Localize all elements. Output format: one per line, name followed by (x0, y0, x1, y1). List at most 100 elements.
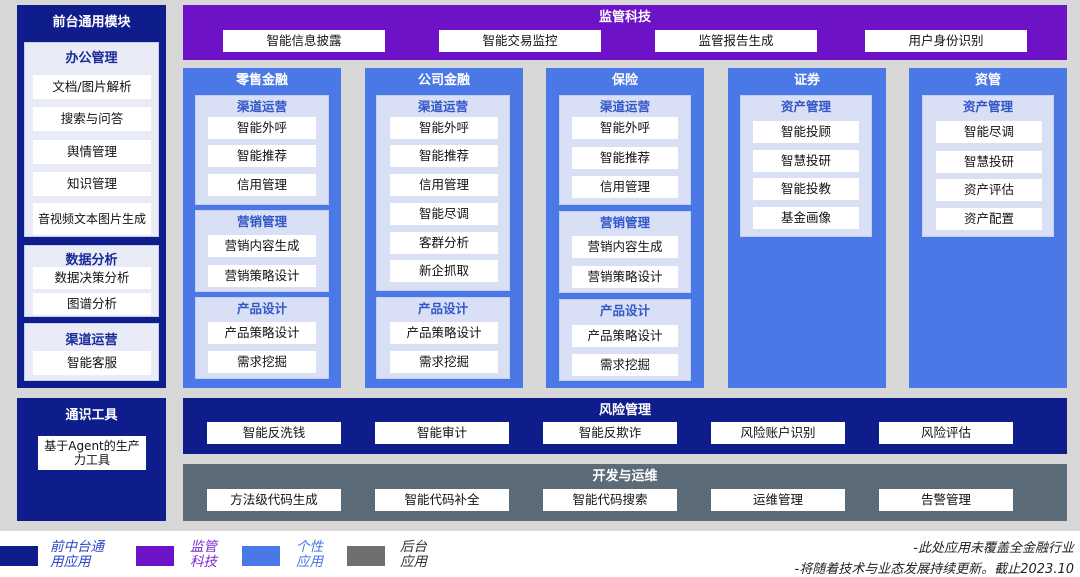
insurance-title: 保险 (611, 73, 638, 88)
corporate-channel-item: 智能推荐 (390, 145, 498, 167)
securities-panel: 证券 资产管理 智能投顾 智慧投研 智能投教 基金画像 (728, 68, 886, 388)
corporate-channel-item: 智能外呼 (390, 117, 498, 139)
retail-channel-item: 智能推荐 (208, 145, 316, 167)
office-item: 音视频文本图片生成 (33, 203, 151, 235)
corporate-channel-title: 渠道运营 (417, 99, 468, 114)
insurance-channel-group: 渠道运营 智能外呼 智能推荐 信用管理 (559, 95, 691, 205)
insurance-marketing-title: 营销管理 (599, 215, 650, 230)
corporate-channel-item: 客群分析 (390, 232, 498, 254)
securities-asset-item: 基金画像 (753, 207, 859, 229)
legend-label-front-mid: 前中台通 用应用 (50, 539, 104, 570)
assetmgmt-asset-item: 资产评估 (936, 179, 1042, 201)
risk-item: 智能反洗钱 (207, 422, 341, 444)
insurance-marketing-item: 营销策略设计 (572, 266, 678, 288)
risk-item: 智能反欺诈 (543, 422, 677, 444)
retail-channel-group: 渠道运营 智能外呼 智能推荐 信用管理 (195, 95, 329, 205)
insurance-product-item: 需求挖掘 (572, 354, 678, 376)
corporate-channel-item: 新企抓取 (390, 260, 498, 282)
asset-management-panel: 资管 资产管理 智能尽调 智慧投研 资产评估 资产配置 (909, 68, 1067, 388)
regtech-item: 监管报告生成 (655, 30, 817, 52)
corporate-product-item: 产品策略设计 (390, 322, 498, 344)
securities-asset-group: 资产管理 智能投顾 智慧投研 智能投教 基金画像 (740, 95, 872, 237)
insurance-channel-item: 智能推荐 (572, 147, 678, 169)
legend-swatch-backend (347, 546, 385, 566)
office-item: 知识管理 (33, 172, 151, 196)
insurance-channel-item: 智能外呼 (572, 117, 678, 139)
tools-panel: 通识工具 基于Agent的生产力工具 (17, 398, 166, 521)
legend-label-personal: 个性 应用 (296, 539, 323, 570)
assetmgmt-asset-item: 资产配置 (936, 208, 1042, 230)
securities-asset-item: 智慧投研 (753, 150, 859, 172)
securities-asset-item: 智能投教 (753, 178, 859, 200)
corporate-channel-item: 智能尽调 (390, 203, 498, 225)
retail-channel-item: 智能外呼 (208, 117, 316, 139)
front-module-panel: 前台通用模块 办公管理 文档/图片解析 搜索与问答 舆情管理 知识管理 音视频文… (17, 5, 166, 388)
retail-product-item: 产品策略设计 (208, 322, 316, 344)
regtech-title: 监管科技 (598, 10, 651, 25)
retail-product-item: 需求挖掘 (208, 351, 316, 373)
insurance-product-item: 产品策略设计 (572, 325, 678, 347)
footnote-update: -将随着技术与业态发展持续更新。截止2023.10 (794, 562, 1074, 577)
insurance-channel-title: 渠道运营 (599, 99, 650, 114)
securities-asset-title: 资产管理 (780, 99, 831, 114)
insurance-product-group: 产品设计 产品策略设计 需求挖掘 (559, 299, 691, 381)
retail-panel: 零售金融 渠道运营 智能外呼 智能推荐 信用管理 营销管理 营销内容生成 营销策… (183, 68, 341, 388)
retail-marketing-title: 营销管理 (236, 214, 287, 229)
regtech-panel: 监管科技 智能信息披露 智能交易监控 监管报告生成 用户身份识别 (183, 5, 1067, 60)
devops-item: 方法级代码生成 (207, 489, 341, 511)
corporate-panel: 公司金融 渠道运营 智能外呼 智能推荐 信用管理 智能尽调 客群分析 新企抓取 … (365, 68, 523, 388)
legend-label-regtech: 监管 科技 (190, 539, 217, 570)
data-analysis-group: 数据分析 数据决策分析 图谱分析 (24, 245, 159, 317)
office-group-title: 办公管理 (65, 51, 118, 66)
retail-marketing-item: 营销策略设计 (208, 265, 316, 287)
assetmgmt-asset-item: 智能尽调 (936, 121, 1042, 143)
legend-swatch-regtech (136, 546, 174, 566)
retail-product-group: 产品设计 产品策略设计 需求挖掘 (195, 297, 329, 379)
insurance-panel: 保险 渠道运营 智能外呼 智能推荐 信用管理 营销管理 营销内容生成 营销策略设… (546, 68, 704, 388)
risk-item: 风险账户识别 (711, 422, 845, 444)
assetmgmt-asset-item: 智慧投研 (936, 151, 1042, 173)
asset-management-title: 资管 (974, 73, 1001, 88)
insurance-product-title: 产品设计 (599, 303, 650, 318)
regtech-item: 智能交易监控 (439, 30, 601, 52)
risk-title: 风险管理 (598, 403, 651, 418)
corporate-title: 公司金融 (417, 73, 470, 88)
retail-channel-title: 渠道运营 (236, 99, 287, 114)
front-channel-item: 智能客服 (33, 351, 151, 375)
regtech-item: 用户身份识别 (865, 30, 1027, 52)
devops-item: 智能代码搜索 (543, 489, 677, 511)
retail-marketing-group: 营销管理 营销内容生成 营销策略设计 (195, 210, 329, 292)
legend-swatch-front-mid (0, 546, 38, 566)
securities-title: 证券 (793, 73, 820, 88)
legend-swatch-personal (242, 546, 280, 566)
corporate-product-item: 需求挖掘 (390, 351, 498, 373)
front-channel-group: 渠道运营 智能客服 (24, 323, 159, 381)
office-item: 文档/图片解析 (33, 75, 151, 99)
corporate-channel-item: 信用管理 (390, 174, 498, 196)
data-analysis-item: 图谱分析 (33, 293, 151, 315)
devops-item: 运维管理 (711, 489, 845, 511)
risk-item: 风险评估 (879, 422, 1013, 444)
data-analysis-title: 数据分析 (65, 253, 118, 268)
data-analysis-item: 数据决策分析 (33, 267, 151, 289)
tools-item: 基于Agent的生产力工具 (38, 436, 146, 470)
assetmgmt-asset-group: 资产管理 智能尽调 智慧投研 资产评估 资产配置 (922, 95, 1054, 237)
corporate-product-group: 产品设计 产品策略设计 需求挖掘 (376, 297, 510, 379)
retail-title: 零售金融 (235, 73, 288, 88)
insurance-marketing-group: 营销管理 营销内容生成 营销策略设计 (559, 211, 691, 293)
regtech-item: 智能信息披露 (223, 30, 385, 52)
legend-label-backend: 后台 应用 (400, 539, 427, 570)
retail-product-title: 产品设计 (236, 301, 287, 316)
devops-item: 智能代码补全 (375, 489, 509, 511)
office-item: 搜索与问答 (33, 107, 151, 131)
insurance-marketing-item: 营销内容生成 (572, 236, 678, 258)
corporate-product-title: 产品设计 (417, 301, 468, 316)
devops-item: 告警管理 (879, 489, 1013, 511)
retail-marketing-item: 营销内容生成 (208, 235, 316, 257)
securities-asset-item: 智能投顾 (753, 121, 859, 143)
devops-title: 开发与运维 (592, 469, 658, 484)
retail-channel-item: 信用管理 (208, 174, 316, 196)
tools-title: 通识工具 (65, 408, 118, 423)
assetmgmt-asset-title: 资产管理 (962, 99, 1013, 114)
front-channel-title: 渠道运营 (65, 333, 118, 348)
